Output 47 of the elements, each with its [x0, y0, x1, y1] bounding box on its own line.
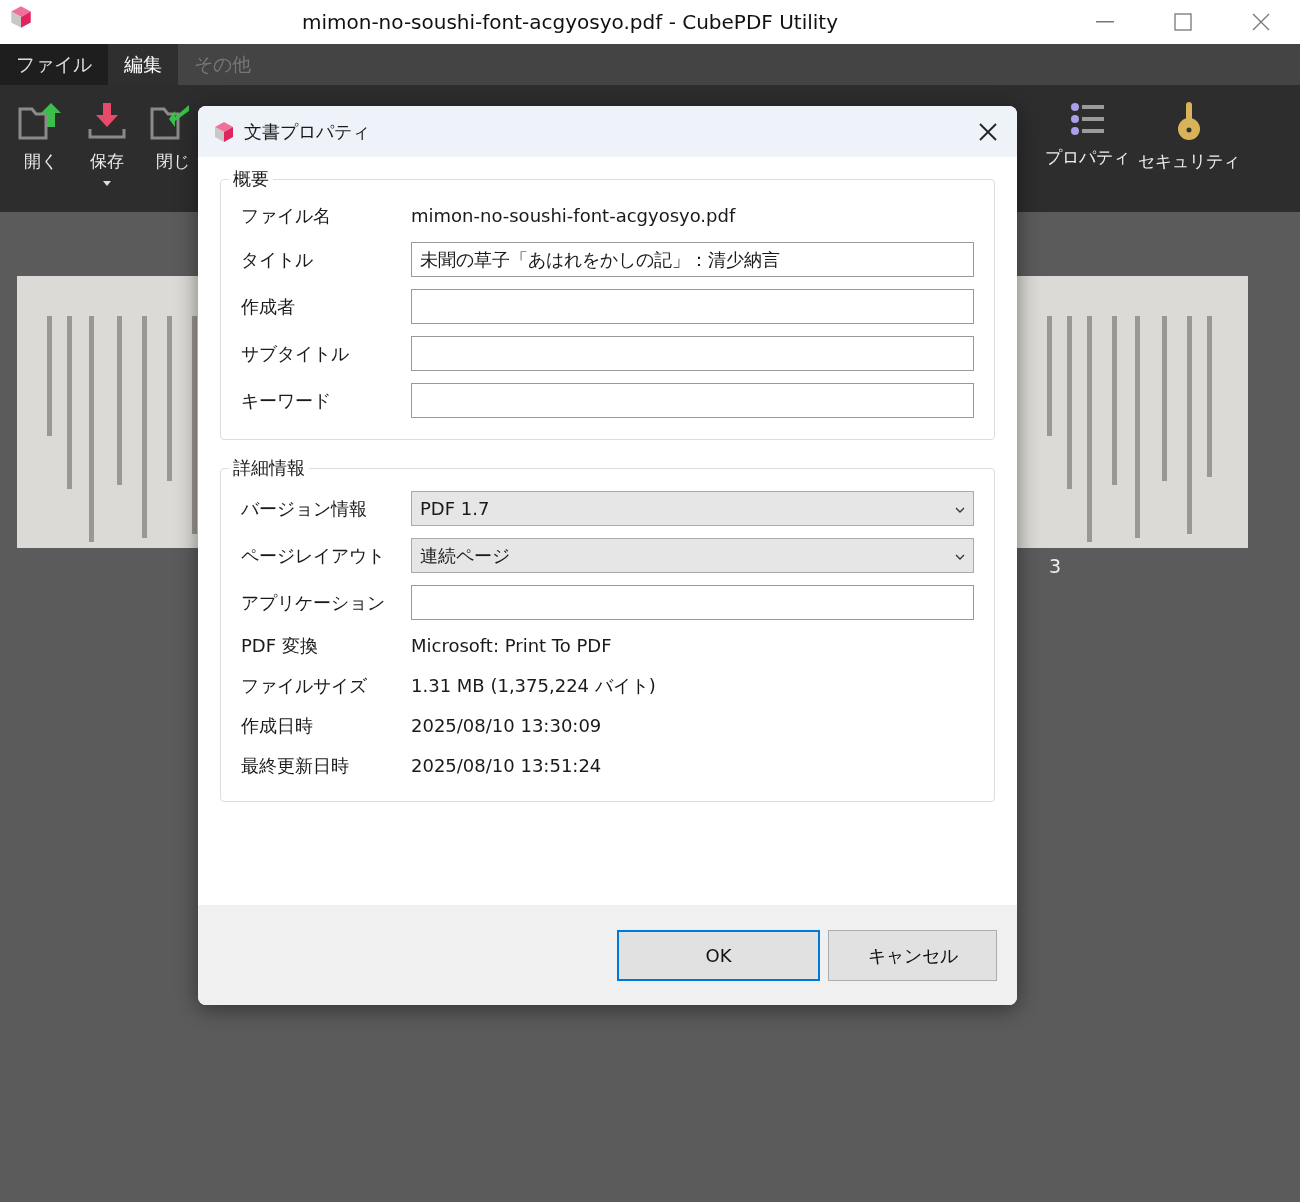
input-field[interactable] [411, 382, 974, 418]
input-field[interactable] [411, 335, 974, 371]
key-icon [1175, 101, 1203, 141]
field-label: バージョン情報 [241, 496, 368, 521]
field-label: アプリケーション [241, 590, 386, 615]
chevron-icon [955, 553, 965, 560]
field-value: Microsoft: Print To PDF [411, 634, 612, 658]
dropdown[interactable]: PDF 1.7 [411, 490, 974, 526]
field-label: 作成者 [241, 294, 296, 319]
page-number: 3 [1049, 554, 1062, 579]
properties-button[interactable]: プロパティ [1045, 101, 1130, 212]
field-label: キーワード [241, 388, 332, 413]
field-value: 2025/08/10 13:30:09 [411, 714, 602, 738]
field-label: PDF 変換 [241, 634, 319, 658]
menu-tab[interactable]: 編集 [108, 44, 178, 85]
cancel-button[interactable]: キャンセル [828, 929, 997, 981]
dialog-title: 文書プロパティ [244, 120, 371, 144]
open-button[interactable]: 開く [10, 101, 72, 212]
close-icon [1252, 13, 1270, 31]
minimize-icon [1096, 21, 1114, 23]
list-icon [1069, 101, 1106, 137]
download-tray-icon [87, 101, 127, 141]
field-label: 最終更新日時 [241, 754, 350, 778]
field-value: 1.31 MB (1,375,224 バイト) [411, 674, 656, 698]
maximize-icon [1174, 13, 1192, 31]
field-value: 2025/08/10 13:51:24 [411, 754, 602, 778]
field-label: タイトル [241, 247, 314, 272]
field-label: ページレイアウト [241, 543, 386, 568]
chevron-icon [955, 506, 965, 513]
save-button[interactable]: 保存 [76, 101, 138, 212]
field-label: ファイルサイズ [241, 674, 368, 698]
dropdown[interactable]: 連続ページ [411, 537, 974, 573]
ok-button[interactable]: OK [617, 929, 820, 981]
input-field[interactable] [411, 288, 974, 324]
field-label: ファイル名 [241, 204, 332, 228]
field-label: サブタイトル [241, 341, 350, 366]
close-button[interactable]: 閉じ [142, 101, 204, 212]
cube-logo-icon [212, 119, 236, 144]
close-icon [978, 121, 998, 142]
field-label: 作成日時 [241, 714, 314, 738]
window-title: mimon-no-soushi-font-acgyosyo.pdf - CubePDF Utility [300, 9, 839, 36]
security-button[interactable]: セキュリティ [1138, 101, 1240, 212]
field-value: mimon-no-soushi-font-acgyosyo.pdf [411, 204, 736, 228]
menu-tab[interactable]: ファイル [0, 44, 108, 85]
input-field[interactable]: 未聞の草子「あはれをかしの記」：清少納言 [411, 241, 974, 277]
input-field[interactable] [411, 584, 974, 620]
cube-logo-icon [8, 3, 34, 30]
